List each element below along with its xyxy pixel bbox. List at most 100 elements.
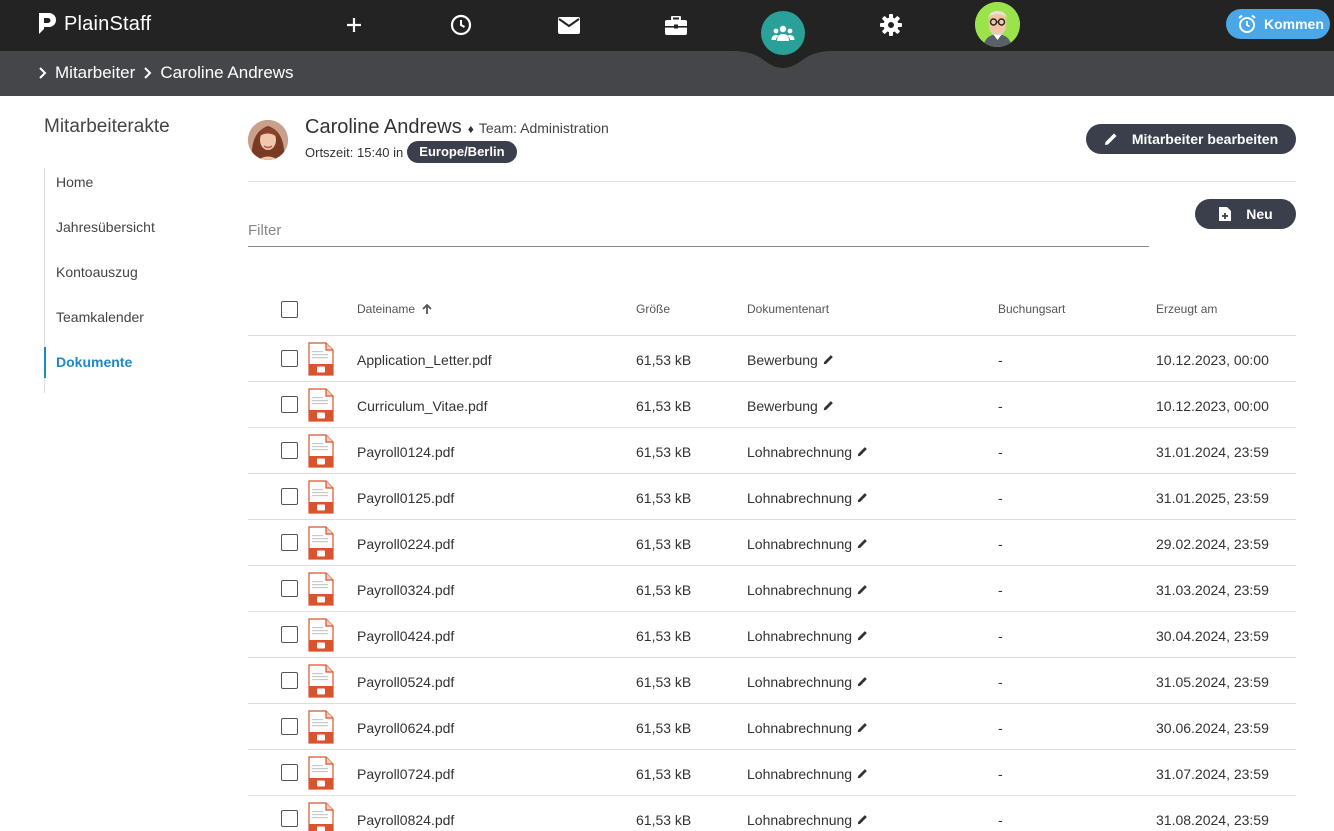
app-logo[interactable]: PlainStaff <box>36 11 151 37</box>
document-type-label: Bewerbung <box>747 398 818 414</box>
edit-doctype-pencil-icon[interactable] <box>818 398 834 414</box>
edit-employee-button[interactable]: Mitarbeiter bearbeiten <box>1086 124 1296 154</box>
file-size: 61,53 kB <box>636 536 692 552</box>
file-name[interactable]: Payroll0124.pdf <box>357 444 454 460</box>
breadcrumb-employee[interactable]: Caroline Andrews <box>160 63 293 83</box>
file-size: 61,53 kB <box>636 398 692 414</box>
briefcase-icon[interactable] <box>663 12 689 38</box>
pdf-file-icon <box>308 756 334 790</box>
file-name[interactable]: Payroll0624.pdf <box>357 720 454 736</box>
file-name[interactable]: Payroll0125.pdf <box>357 490 454 506</box>
table-row[interactable]: Application_Letter.pdf 61,53 kB Bewerbung -… <box>248 336 1296 382</box>
edit-doctype-pencil-icon[interactable] <box>852 674 868 690</box>
row-checkbox[interactable] <box>281 626 298 643</box>
booking-type: - <box>998 536 1003 552</box>
edit-doctype-pencil-icon[interactable] <box>852 766 868 782</box>
gear-icon[interactable] <box>878 12 904 38</box>
file-name[interactable]: Payroll0824.pdf <box>357 812 454 828</box>
new-document-button[interactable]: Neu <box>1195 199 1296 229</box>
column-header-booking[interactable]: Buchungsart <box>998 302 1065 316</box>
file-name[interactable]: Payroll0324.pdf <box>357 582 454 598</box>
table-row[interactable]: Payroll0224.pdf 61,53 kB Lohnabrechnung - 29… <box>248 520 1296 566</box>
document-type-label: Lohnabrechnung <box>747 582 853 598</box>
file-name[interactable]: Payroll0724.pdf <box>357 766 454 782</box>
table-row[interactable]: Curriculum_Vitae.pdf 61,53 kB Bewerbung - 10… <box>248 382 1296 428</box>
select-all-checkbox[interactable] <box>281 301 298 318</box>
employee-name: Caroline Andrews <box>305 116 462 138</box>
column-header-filename[interactable]: Dateiname <box>357 302 433 316</box>
table-row[interactable]: Payroll0424.pdf 61,53 kB Lohnabrechnung - 30… <box>248 612 1296 658</box>
table-row[interactable]: Payroll0524.pdf 61,53 kB Lohnabrechnung - 31… <box>248 658 1296 704</box>
sidebar-item-dokumente[interactable]: Dokumente <box>44 347 214 393</box>
mail-icon[interactable] <box>556 12 582 38</box>
column-header-created[interactable]: Erzeugt am <box>1156 302 1217 316</box>
table-row[interactable]: Payroll0124.pdf 61,53 kB Lohnabrechnung - 31… <box>248 428 1296 474</box>
sidebar-item-teamkalender[interactable]: Teamkalender <box>45 303 214 348</box>
file-name[interactable]: Payroll0524.pdf <box>357 674 454 690</box>
edit-doctype-pencil-icon[interactable] <box>852 582 868 598</box>
edit-doctype-pencil-icon[interactable] <box>852 812 868 828</box>
sidebar-item-kontoauszug[interactable]: Kontoauszug <box>45 258 214 303</box>
clock-icon[interactable] <box>448 12 474 38</box>
edit-doctype-pencil-icon[interactable] <box>852 490 868 506</box>
user-avatar[interactable] <box>975 2 1020 47</box>
document-type: Lohnabrechnung <box>747 536 868 552</box>
created-date: 31.08.2024, 23:59 <box>1156 812 1269 828</box>
booking-type: - <box>998 582 1003 598</box>
column-header-size[interactable]: Größe <box>636 302 670 316</box>
row-checkbox[interactable] <box>281 350 298 367</box>
local-time-label: Ortszeit: 15:40 in <box>305 144 404 160</box>
edit-doctype-pencil-icon[interactable] <box>818 352 834 368</box>
created-date: 30.06.2024, 23:59 <box>1156 720 1269 736</box>
kommen-button[interactable]: Kommen <box>1226 9 1330 39</box>
file-name[interactable]: Payroll0224.pdf <box>357 536 454 552</box>
column-header-doctype[interactable]: Dokumentenart <box>747 302 829 316</box>
sidebar-item-home[interactable]: Home <box>45 168 214 213</box>
row-checkbox[interactable] <box>281 580 298 597</box>
pdf-file-icon <box>308 802 334 831</box>
table-row[interactable]: Payroll0624.pdf 61,53 kB Lohnabrechnung - 30… <box>248 704 1296 750</box>
top-navigation-bar: PlainStaff Kommen <box>0 0 1334 51</box>
file-name[interactable]: Curriculum_Vitae.pdf <box>357 398 487 414</box>
document-type: Bewerbung <box>747 398 834 414</box>
row-checkbox[interactable] <box>281 442 298 459</box>
table-header: Dateiname Größe Dokumentenart Buchungsar… <box>248 283 1296 336</box>
table-row[interactable]: Payroll0324.pdf 61,53 kB Lohnabrechnung - 31… <box>248 566 1296 612</box>
pdf-file-icon <box>308 526 334 560</box>
row-checkbox[interactable] <box>281 810 298 827</box>
table-row[interactable]: Payroll0824.pdf 61,53 kB Lohnabrechnung - 31… <box>248 796 1296 831</box>
header-divider <box>248 181 1296 182</box>
breadcrumb-mitarbeiter[interactable]: Mitarbeiter <box>55 63 135 83</box>
booking-type: - <box>998 490 1003 506</box>
file-size: 61,53 kB <box>636 720 692 736</box>
row-checkbox[interactable] <box>281 764 298 781</box>
document-type-label: Lohnabrechnung <box>747 490 853 506</box>
edit-doctype-pencil-icon[interactable] <box>852 628 868 644</box>
team-icon[interactable] <box>761 11 805 55</box>
file-size: 61,53 kB <box>636 766 692 782</box>
pdf-file-icon <box>308 710 334 744</box>
plus-icon[interactable] <box>341 12 367 38</box>
edit-doctype-pencil-icon[interactable] <box>852 720 868 736</box>
filter-input[interactable] <box>248 205 1149 247</box>
row-checkbox[interactable] <box>281 672 298 689</box>
sidebar-item-jahresuebersicht[interactable]: Jahresübersicht <box>45 213 214 258</box>
table-row[interactable]: Payroll0724.pdf 61,53 kB Lohnabrechnung - 31… <box>248 750 1296 796</box>
row-checkbox[interactable] <box>281 534 298 551</box>
row-checkbox[interactable] <box>281 396 298 413</box>
file-name[interactable]: Application_Letter.pdf <box>357 352 492 368</box>
row-checkbox[interactable] <box>281 488 298 505</box>
edit-doctype-pencil-icon[interactable] <box>852 444 868 460</box>
booking-type: - <box>998 444 1003 460</box>
document-type-label: Lohnabrechnung <box>747 536 853 552</box>
row-checkbox[interactable] <box>281 718 298 735</box>
employee-photo <box>248 120 288 160</box>
pencil-icon <box>1104 133 1117 145</box>
booking-type: - <box>998 766 1003 782</box>
pdf-file-icon <box>308 572 334 606</box>
edit-doctype-pencil-icon[interactable] <box>852 536 868 552</box>
booking-type: - <box>998 720 1003 736</box>
timezone-badge: Europe/Berlin <box>407 141 517 163</box>
table-row[interactable]: Payroll0125.pdf 61,53 kB Lohnabrechnung - 31… <box>248 474 1296 520</box>
file-name[interactable]: Payroll0424.pdf <box>357 628 454 644</box>
